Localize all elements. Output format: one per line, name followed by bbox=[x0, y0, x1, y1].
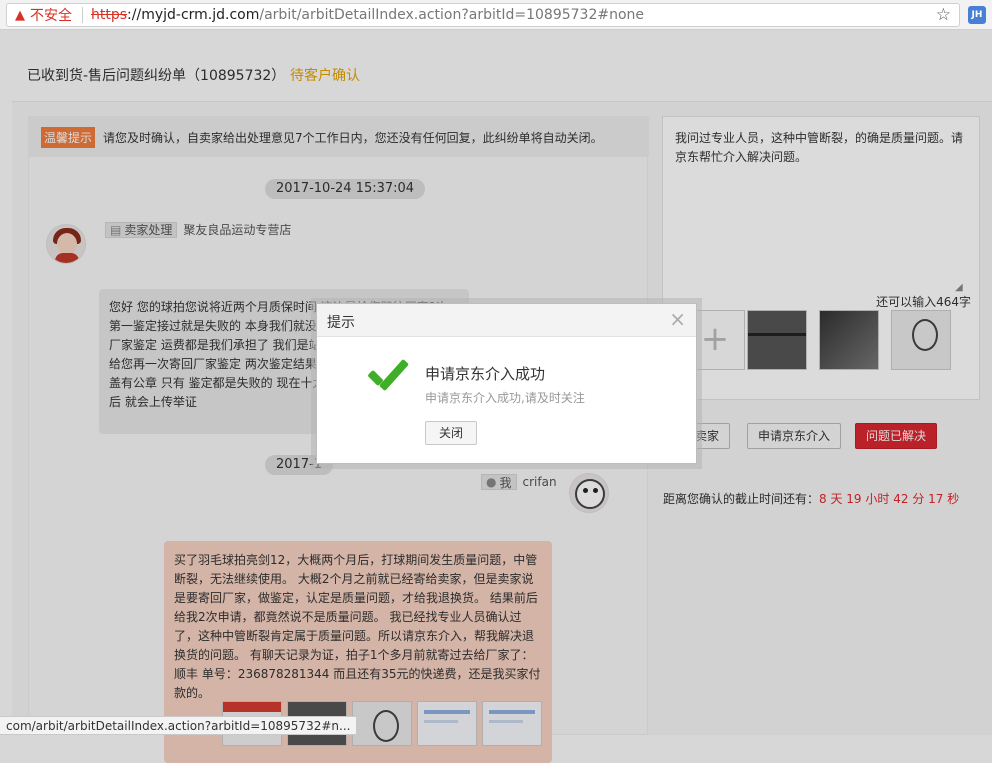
attachment-thumbnail[interactable] bbox=[352, 701, 412, 746]
url-host: ://myjd-crm.jd.com bbox=[127, 7, 260, 23]
dialog-heading: 申请京东介入成功 bbox=[425, 365, 546, 383]
request-jd-button[interactable]: 申请京东介入 bbox=[747, 423, 842, 449]
my-name: crifan bbox=[522, 475, 557, 489]
user-icon: ● bbox=[486, 475, 497, 489]
extension-icon[interactable]: JH bbox=[968, 6, 986, 24]
insecure-label[interactable]: 不安全 bbox=[30, 5, 72, 25]
status-badge: 待客户确认 bbox=[290, 68, 360, 84]
success-dialog: 提示 × 申请京东介入成功 申请京东介入成功,请及时关注 关闭 bbox=[316, 303, 697, 464]
me-tag-label: 我 bbox=[499, 475, 512, 490]
checkmark-icon bbox=[365, 362, 411, 396]
timestamp-pill: 2017-10-24 15:37:04 bbox=[265, 179, 426, 199]
avatar-face bbox=[575, 479, 605, 509]
notice-tag: 温馨提示 bbox=[41, 126, 96, 148]
deadline-hours: 19 bbox=[846, 492, 862, 506]
avatar-eye bbox=[593, 488, 598, 493]
me-tag: ● 我 bbox=[481, 474, 517, 490]
dialog-title: 提示 bbox=[327, 315, 355, 331]
address-bar[interactable]: ▲ 不安全 https ://myjd-crm.jd.com /arbit/ar… bbox=[6, 3, 960, 27]
avatar-body bbox=[55, 253, 79, 263]
dialog-close-button[interactable]: 关闭 bbox=[425, 421, 478, 445]
address-separator bbox=[82, 7, 83, 23]
deadline-hours-unit: 小时 bbox=[861, 492, 894, 506]
bookmark-star-icon[interactable]: ☆ bbox=[936, 5, 951, 25]
my-message-text: 买了羽毛球拍亮剑12，大概两个月后，打球期间发生质量问题，中管断裂，无法继续使用… bbox=[174, 553, 541, 700]
store-icon: ▤ bbox=[110, 222, 122, 237]
seller-avatar bbox=[46, 224, 86, 264]
seller-tag-label: 卖家处理 bbox=[124, 223, 173, 237]
notice-text: 请您及时确认，自卖家给出处理意见7个工作日内，您还没有任何回复，此纠纷单将自动关… bbox=[103, 130, 603, 145]
deadline-minutes: 42 bbox=[893, 492, 909, 506]
my-header: ● 我 crifan bbox=[481, 474, 557, 490]
url-path: /arbit/arbitDetailIndex.action?arbitId=1… bbox=[259, 7, 645, 23]
deadline-countdown: 距离您确认的截止时间还有：8 天 19 小时 42 分 17 秒 bbox=[663, 490, 959, 507]
seller-name: 聚友良品运动专营店 bbox=[183, 223, 292, 237]
deadline-days: 8 bbox=[819, 492, 827, 506]
char-count: 还可以输入464字 bbox=[876, 295, 971, 309]
deadline-minutes-unit: 分 bbox=[908, 492, 929, 506]
reply-textarea[interactable]: 我问过专业人员，这种中管断裂，的确是质量问题。请京东帮忙介入解决问题。 bbox=[675, 129, 971, 167]
my-avatar bbox=[569, 473, 609, 513]
dialog-description: 申请京东介入成功,请及时关注 bbox=[425, 391, 585, 405]
uploaded-thumbnail[interactable] bbox=[819, 310, 879, 370]
deadline-seconds: 17 bbox=[928, 492, 944, 506]
notice-bar: 温馨提示 请您及时确认，自卖家给出处理意见7个工作日内，您还没有任何回复，此纠纷… bbox=[29, 117, 649, 157]
avatar-face bbox=[57, 233, 77, 255]
avatar-eye bbox=[583, 488, 588, 493]
reply-panel: 我问过专业人员，这种中管断裂，的确是质量问题。请京东帮忙介入解决问题。 ◢ 还可… bbox=[662, 116, 980, 400]
resolved-button[interactable]: 问题已解决 bbox=[855, 423, 938, 449]
title-bar: 已收到货-售后问题纠纷单（10895732） 待客户确认 bbox=[12, 44, 992, 102]
attachment-thumbnail[interactable] bbox=[417, 701, 477, 746]
resize-handle-icon[interactable]: ◢ bbox=[955, 282, 963, 293]
seller-tag: ▤ 卖家处理 bbox=[105, 221, 178, 238]
deadline-seconds-unit: 秒 bbox=[943, 492, 960, 506]
close-icon[interactable]: × bbox=[669, 308, 686, 330]
status-bar-url: com/arbit/arbitDetailIndex.action?arbitI… bbox=[0, 716, 358, 735]
uploaded-thumbnail[interactable] bbox=[747, 310, 807, 370]
attachment-thumbnail[interactable] bbox=[482, 701, 542, 746]
dialog-header: 提示 × bbox=[317, 304, 696, 337]
uploaded-thumbnail[interactable] bbox=[891, 310, 951, 370]
deadline-prefix: 距离您确认的截止时间还有： bbox=[663, 492, 820, 506]
deadline-days-unit: 天 bbox=[826, 492, 847, 506]
url-scheme: https bbox=[91, 7, 128, 23]
page-title: 已收到货-售后问题纠纷单（10895732） bbox=[27, 68, 286, 84]
browser-toolbar: ▲ 不安全 https ://myjd-crm.jd.com /arbit/ar… bbox=[0, 0, 992, 30]
seller-header: ▤ 卖家处理 聚友良品运动专营店 bbox=[105, 221, 291, 238]
warning-icon: ▲ bbox=[15, 7, 25, 23]
